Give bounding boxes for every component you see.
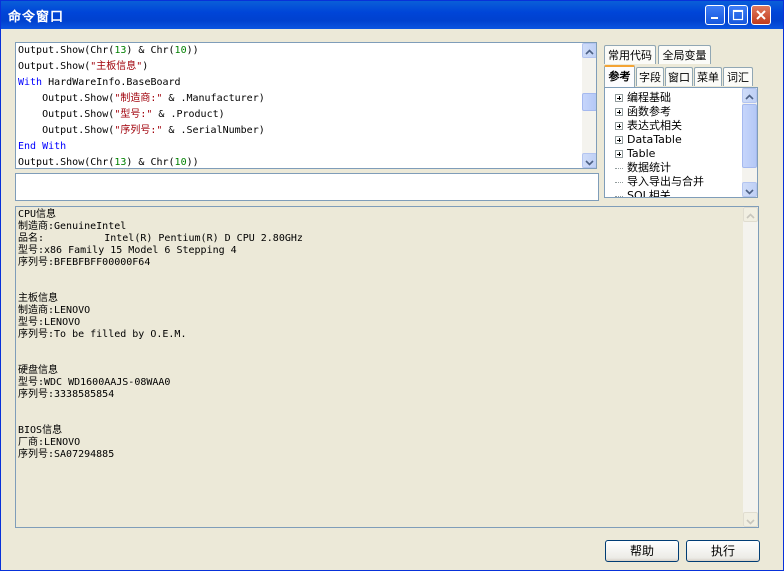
code-line: Output.Show(Chr(13) & Chr(10)) bbox=[18, 157, 199, 168]
tree-item-table[interactable]: Table bbox=[615, 147, 655, 161]
help-button[interactable]: 帮助 bbox=[605, 540, 679, 562]
scroll-up-arrow[interactable] bbox=[742, 88, 757, 103]
window-title: 命令窗口 bbox=[8, 10, 65, 25]
output-line: 序列号:BFEBFBFF00000F64 bbox=[18, 257, 151, 268]
title-bar[interactable]: 命令窗口 bbox=[1, 1, 783, 29]
output-pane[interactable]: CPU信息 制造商:GenuineIntel 品名: Intel(R) Pent… bbox=[15, 206, 759, 528]
tree-item-sql[interactable]: SQL相关 bbox=[615, 189, 671, 197]
output-line: 型号:WDC WD1600AAJS-08WAA0 bbox=[18, 377, 171, 388]
tab-reference[interactable]: 参考 bbox=[604, 65, 635, 87]
minimize-icon bbox=[711, 17, 718, 19]
chevron-up-icon bbox=[745, 94, 754, 100]
code-line: End With bbox=[18, 141, 67, 152]
scroll-down-arrow[interactable] bbox=[582, 153, 596, 168]
tab-vocabulary[interactable]: 词汇 bbox=[723, 67, 753, 86]
tree-item-import-export[interactable]: 导入导出与合并 bbox=[615, 175, 704, 189]
tab-global-variables[interactable]: 全局变量 bbox=[658, 45, 711, 64]
tree-scrollbar[interactable] bbox=[742, 88, 757, 197]
tab-common-code[interactable]: 常用代码 bbox=[604, 45, 656, 64]
output-line: 制造商:LENOVO bbox=[18, 305, 91, 316]
maximize-icon bbox=[732, 9, 744, 21]
output-line: 主板信息 bbox=[18, 293, 58, 304]
code-line: Output.Show("序列号:" & .SerialNumber) bbox=[18, 125, 265, 136]
execute-button[interactable]: 执行 bbox=[686, 540, 760, 562]
code-line: Output.Show("型号:" & .Product) bbox=[18, 109, 225, 120]
code-line: Output.Show("主板信息") bbox=[18, 61, 149, 72]
tab-menu[interactable]: 菜单 bbox=[694, 67, 722, 86]
output-scrollbar[interactable] bbox=[743, 207, 758, 527]
tab-window[interactable]: 窗口 bbox=[665, 67, 693, 86]
code-line: With HardWareInfo.BaseBoard bbox=[18, 77, 181, 88]
tree-item-programming-basics[interactable]: 编程基础 bbox=[615, 91, 671, 105]
tree-item-data-statistics[interactable]: 数据统计 bbox=[615, 161, 671, 175]
command-window: 命令窗口 Output.Show(Chr(13) & Chr(10)) Outp… bbox=[0, 0, 784, 571]
scroll-up-arrow[interactable] bbox=[743, 207, 758, 222]
output-line: 品名: Intel(R) Pentium(R) D CPU 2.80GHz bbox=[18, 233, 303, 244]
command-input[interactable] bbox=[15, 173, 599, 201]
expand-icon[interactable] bbox=[615, 136, 623, 144]
tree-item-datatable[interactable]: DataTable bbox=[615, 133, 682, 147]
minimize-button[interactable] bbox=[705, 5, 725, 25]
output-line: BIOS信息 bbox=[18, 425, 63, 436]
output-line: 序列号:SA07294885 bbox=[18, 449, 115, 460]
scroll-thumb[interactable] bbox=[582, 93, 596, 111]
expand-icon[interactable] bbox=[615, 94, 623, 102]
code-editor[interactable]: Output.Show(Chr(13) & Chr(10)) Output.Sh… bbox=[15, 42, 597, 169]
output-line: 制造商:GenuineIntel bbox=[18, 221, 127, 232]
tree-item-function-reference[interactable]: 函数参考 bbox=[615, 105, 671, 119]
expand-icon[interactable] bbox=[615, 150, 623, 158]
scroll-down-arrow[interactable] bbox=[743, 512, 758, 527]
tree-item-expressions[interactable]: 表达式相关 bbox=[615, 119, 682, 133]
scroll-down-arrow[interactable] bbox=[742, 182, 757, 197]
output-line: 硬盘信息 bbox=[18, 365, 58, 376]
chevron-down-icon bbox=[585, 160, 594, 166]
code-line: Output.Show("制造商:" & .Manufacturer) bbox=[18, 93, 265, 104]
chevron-down-icon bbox=[745, 189, 754, 195]
output-line: 序列号:To be filled by O.E.M. bbox=[18, 329, 187, 340]
chevron-up-icon bbox=[585, 49, 594, 55]
scroll-thumb[interactable] bbox=[742, 104, 757, 168]
reference-tree[interactable]: 编程基础 函数参考 表达式相关 DataTable Table 数据统计 导入导… bbox=[604, 87, 758, 198]
close-button[interactable] bbox=[751, 5, 771, 25]
scroll-up-arrow[interactable] bbox=[582, 43, 596, 58]
output-line: 型号:LENOVO bbox=[18, 317, 81, 328]
editor-scrollbar[interactable] bbox=[582, 43, 596, 168]
maximize-button[interactable] bbox=[728, 5, 748, 25]
chevron-down-icon bbox=[746, 519, 755, 525]
close-icon bbox=[756, 10, 766, 20]
tab-fields[interactable]: 字段 bbox=[636, 67, 664, 86]
chevron-up-icon bbox=[746, 213, 755, 219]
code-line: Output.Show(Chr(13) & Chr(10)) bbox=[18, 45, 199, 56]
output-line: 厂商:LENOVO bbox=[18, 437, 81, 448]
output-line: 序列号:3338585854 bbox=[18, 389, 115, 400]
output-line: CPU信息 bbox=[18, 209, 57, 220]
output-line: 型号:x86 Family 15 Model 6 Stepping 4 bbox=[18, 245, 237, 256]
expand-icon[interactable] bbox=[615, 108, 623, 116]
expand-icon[interactable] bbox=[615, 122, 623, 130]
